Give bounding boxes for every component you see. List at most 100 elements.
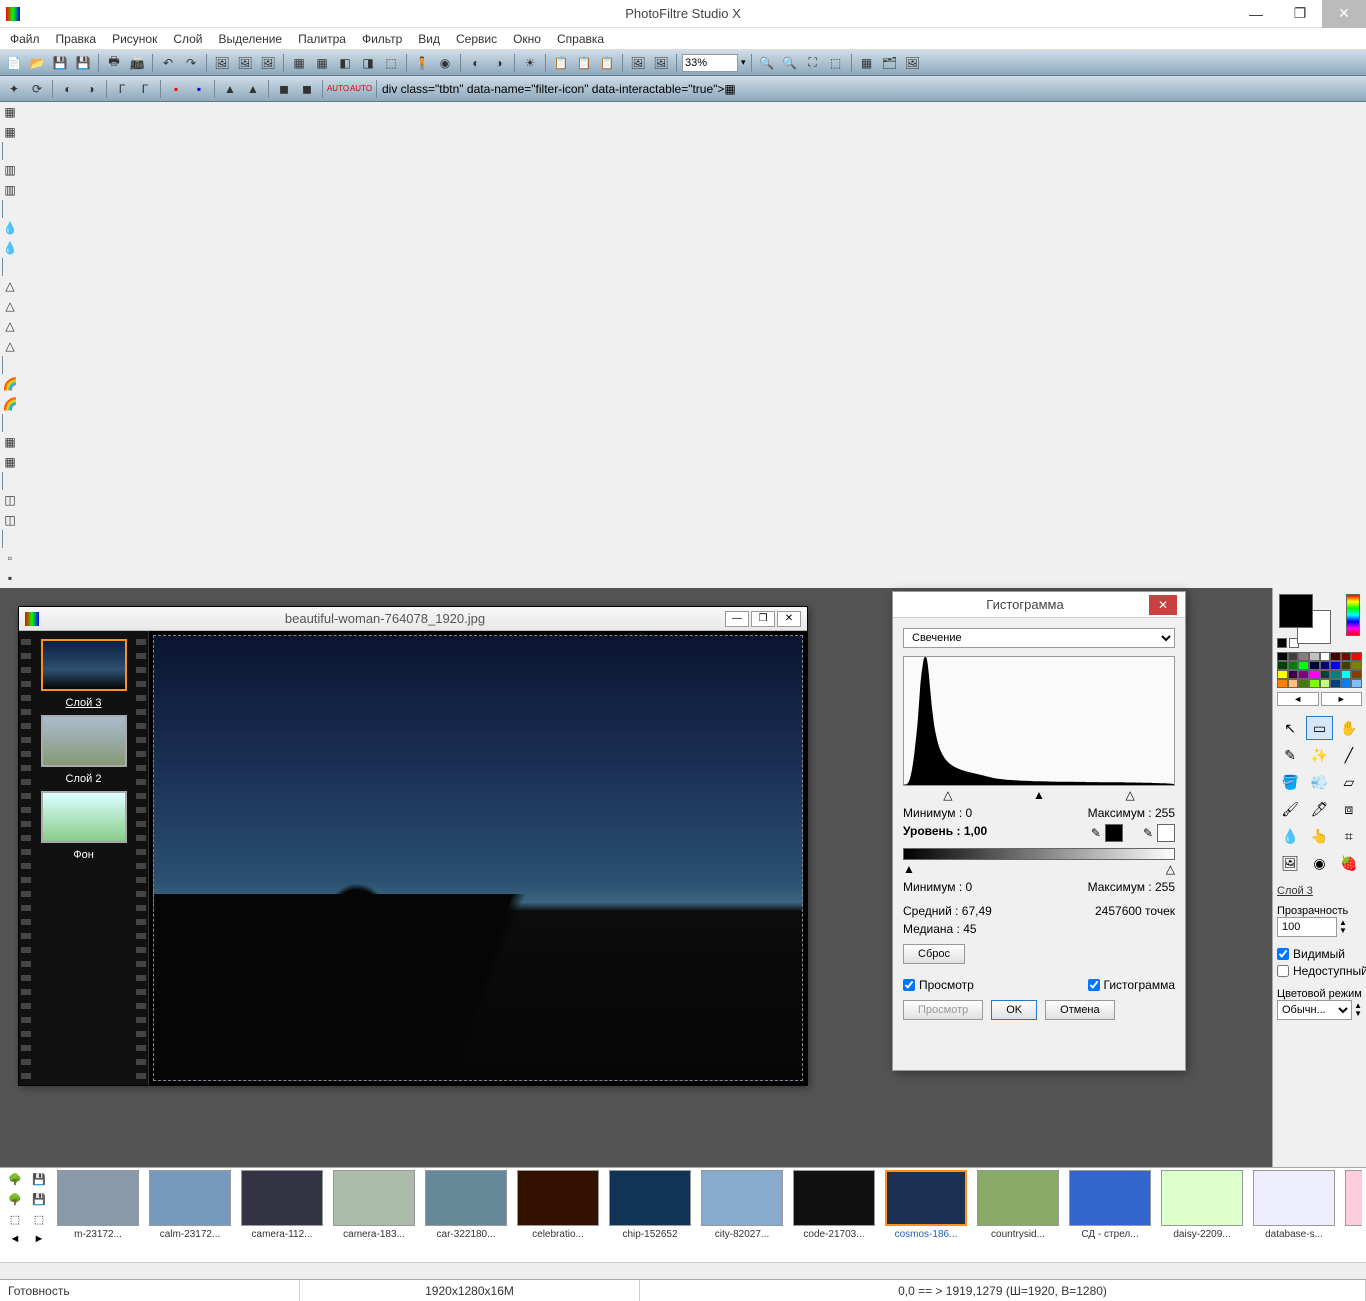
menu-file[interactable]: Файл	[4, 30, 46, 48]
redo-icon[interactable]: ↷	[181, 53, 201, 73]
thumbnail-item[interactable]: database-s...	[1252, 1170, 1336, 1240]
eyedropper-tool-icon[interactable]: ✎	[1277, 743, 1303, 767]
close-button[interactable]: ✕	[1322, 0, 1366, 28]
filter-icon[interactable]: ▫	[0, 548, 20, 568]
zoom-in-icon[interactable]: 🔍	[780, 53, 800, 73]
palette-swatch[interactable]	[1309, 679, 1320, 688]
black-point-swatch[interactable]	[1105, 824, 1123, 842]
menu-window[interactable]: Окно	[507, 30, 547, 48]
filter-icon[interactable]: ◫	[0, 510, 20, 530]
doc-maximize-button[interactable]: ❐	[751, 611, 775, 627]
thumbnail-item[interactable]: daisy-2209...	[1160, 1170, 1244, 1240]
reset-button[interactable]: Сброс	[903, 944, 965, 964]
clone-tool-icon[interactable]: ⌗	[1336, 824, 1362, 848]
brush-tool-icon[interactable]: 🖌	[1277, 797, 1303, 821]
menu-filter[interactable]: Фильтр	[356, 30, 408, 48]
tool-icon[interactable]: 🖼	[258, 53, 278, 73]
filter-icon[interactable]: 🌈	[0, 374, 20, 394]
palette-swatch[interactable]	[1277, 670, 1288, 679]
browser-tool-icon[interactable]: 💾	[28, 1190, 50, 1208]
maximize-button[interactable]: ❐	[1278, 0, 1322, 28]
filter-icon[interactable]: Γ	[135, 79, 155, 99]
foreground-color-swatch[interactable]	[1279, 594, 1313, 628]
print-icon[interactable]: 🖶	[104, 53, 124, 73]
palette-swatch[interactable]	[1288, 670, 1299, 679]
tool-icon[interactable]: ◧	[335, 53, 355, 73]
thumbnail-item[interactable]: chip-152652	[608, 1170, 692, 1240]
hand-tool-icon[interactable]: ✋	[1336, 716, 1362, 740]
palette-swatch[interactable]	[1330, 670, 1341, 679]
eraser-tool-icon[interactable]: ▱	[1336, 770, 1362, 794]
palette-swatch[interactable]	[1320, 661, 1331, 670]
blur-tool-icon[interactable]: 💧	[1277, 824, 1303, 848]
save-as-icon[interactable]: 💾	[73, 53, 93, 73]
filter-icon[interactable]: ▥	[0, 160, 20, 180]
palette-swatch[interactable]	[1288, 679, 1299, 688]
dialog-close-button[interactable]: ✕	[1149, 595, 1177, 615]
menu-edit[interactable]: Правка	[50, 30, 103, 48]
palette-prev-button[interactable]: ◄	[1277, 692, 1319, 706]
gradient-swatch[interactable]	[1346, 594, 1360, 636]
browser-tool-icon[interactable]: 🌳	[4, 1170, 26, 1188]
palette-swatch[interactable]	[1351, 670, 1362, 679]
palette-swatch[interactable]	[1320, 670, 1331, 679]
filter-icon[interactable]: ◼	[274, 79, 294, 99]
opacity-input[interactable]	[1277, 917, 1337, 937]
filter-icon[interactable]: 💧	[0, 218, 20, 238]
palette-swatch[interactable]	[1309, 670, 1320, 679]
zoom-fit-icon[interactable]: ⛶	[803, 53, 823, 73]
filter-icon[interactable]: ▲	[243, 79, 263, 99]
tool-icon[interactable]: ◑	[489, 53, 509, 73]
palette-swatch[interactable]	[1341, 661, 1352, 670]
palette-swatch[interactable]	[1320, 652, 1331, 661]
tool-icon[interactable]: ◨	[358, 53, 378, 73]
menu-view[interactable]: Вид	[412, 30, 446, 48]
eyedropper-white-icon[interactable]: ✎	[1143, 826, 1153, 840]
menu-palette[interactable]: Палитра	[292, 30, 352, 48]
histogram-checkbox[interactable]	[1088, 979, 1100, 991]
thumbnail-item[interactable]: calm-23172...	[148, 1170, 232, 1240]
filter-icon[interactable]: ◐	[58, 79, 78, 99]
filter-icon[interactable]: ▲	[220, 79, 240, 99]
browser-scrollbar[interactable]	[0, 1262, 1366, 1279]
filter-icon[interactable]: ⟳	[27, 79, 47, 99]
strawberry-tool-icon[interactable]: 🍓	[1336, 851, 1362, 875]
spray-tool-icon[interactable]: 💨	[1306, 770, 1332, 794]
new-icon[interactable]: 📄	[4, 53, 24, 73]
palette-swatch[interactable]	[1288, 652, 1299, 661]
filter-icon[interactable]: ▦	[0, 122, 20, 142]
menu-image[interactable]: Рисунок	[106, 30, 163, 48]
filter-icon[interactable]: ▦	[0, 452, 20, 472]
channel-select[interactable]: Свечение	[903, 628, 1175, 648]
zoom-out-icon[interactable]: 🔍	[757, 53, 777, 73]
palette-swatch[interactable]	[1277, 679, 1288, 688]
visible-checkbox[interactable]	[1277, 948, 1289, 960]
filter-icon[interactable]: △	[0, 276, 20, 296]
thumbnail-item[interactable]: camera-112...	[240, 1170, 324, 1240]
brush2-tool-icon[interactable]: 🖊	[1306, 797, 1332, 821]
palette-swatch[interactable]	[1288, 661, 1299, 670]
filter-icon[interactable]: △	[0, 296, 20, 316]
thumbnail-item[interactable]: delete-...	[1344, 1170, 1362, 1240]
thumbnail-item[interactable]: countrysid...	[976, 1170, 1060, 1240]
thumbnail-item[interactable]: car-322180...	[424, 1170, 508, 1240]
zoom-input[interactable]	[682, 54, 738, 72]
copy-icon[interactable]: 📋	[551, 53, 571, 73]
minimize-button[interactable]: —	[1234, 0, 1278, 28]
art-tool-icon[interactable]: 🖼	[1277, 851, 1303, 875]
browser-tool-icon[interactable]: ►	[28, 1230, 50, 1248]
browser-tool-icon[interactable]: ⬚	[4, 1210, 26, 1228]
canvas-image[interactable]	[153, 635, 803, 1081]
tool-icon[interactable]: ▦	[312, 53, 332, 73]
menu-help[interactable]: Справка	[551, 30, 610, 48]
browser-tool-icon[interactable]: 🌳	[4, 1190, 26, 1208]
undo-icon[interactable]: ↶	[158, 53, 178, 73]
filter-icon[interactable]: △	[0, 316, 20, 336]
menu-selection[interactable]: Выделение	[213, 30, 289, 48]
locked-checkbox[interactable]	[1277, 965, 1289, 977]
layer-thumb[interactable]	[41, 791, 127, 843]
layer-thumb[interactable]	[41, 639, 127, 691]
filter-icon[interactable]: ▪	[166, 79, 186, 99]
palette-swatch[interactable]	[1298, 679, 1309, 688]
line-tool-icon[interactable]: ╱	[1336, 743, 1362, 767]
